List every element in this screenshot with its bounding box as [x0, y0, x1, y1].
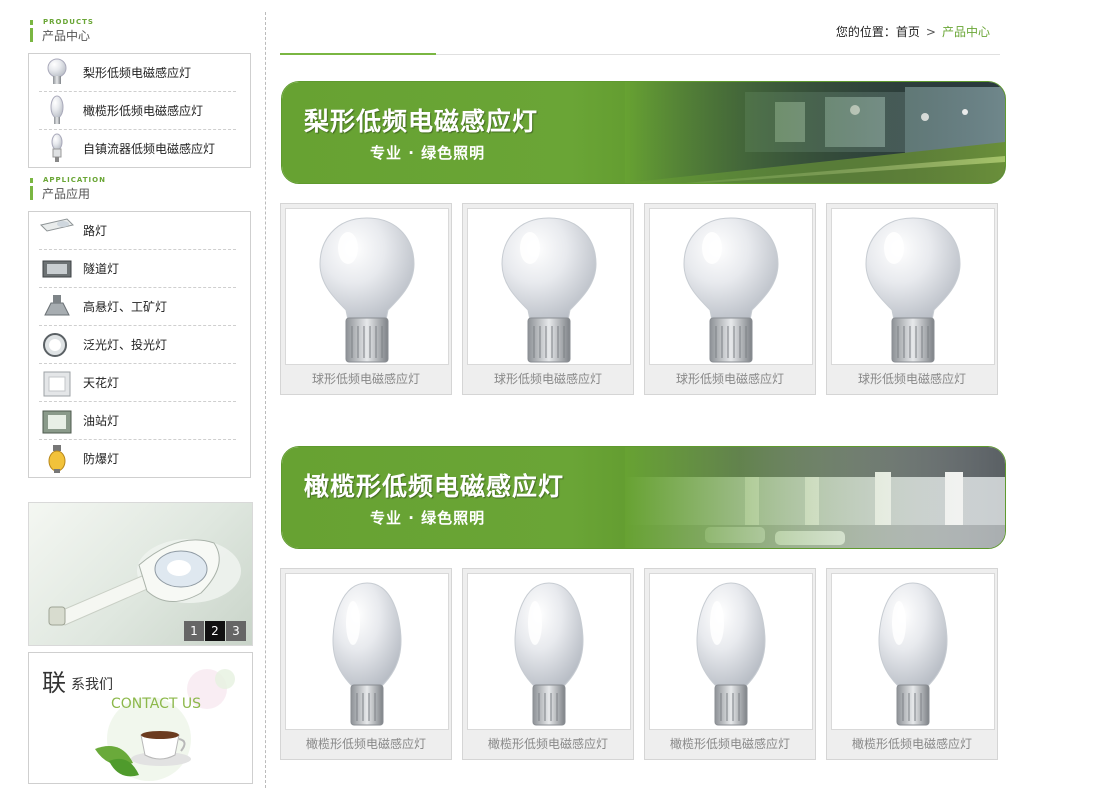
column-divider — [265, 12, 266, 788]
product-card[interactable]: 橄榄形低频电磁感应灯 — [280, 568, 452, 760]
high-bay-lamp-icon — [39, 291, 75, 323]
breadcrumb-current[interactable]: 产品中心 — [942, 23, 990, 40]
sidebar-item-label: 泛光灯、投光灯 — [83, 338, 168, 352]
olive-lamp-product-grid: 橄榄形低频电磁感应灯 橄榄形低频电磁感应灯 橄榄形低频电磁感应灯 橄榄形低频电磁感应灯 — [280, 568, 998, 760]
ceiling-lamp-icon — [39, 367, 75, 399]
contact-title-big: 联 — [42, 669, 66, 697]
sidebar-item-label: 路灯 — [83, 224, 108, 238]
olive-lamp-banner[interactable]: 橄榄形低频电磁感应灯 专业 · 绿色照明 — [281, 446, 1006, 549]
product-caption: 球形低频电磁感应灯 — [857, 372, 966, 386]
pear-bulb-icon — [39, 57, 75, 89]
product-card[interactable]: 球形低频电磁感应灯 — [826, 203, 998, 395]
contact-title-small: 系我们 — [71, 677, 113, 693]
banner-subtitle: 专业 · 绿色照明 — [370, 509, 486, 527]
banner-title: 梨形低频电磁感应灯 — [304, 107, 539, 136]
sidebar-item[interactable]: 泛光灯、投光灯 — [39, 326, 236, 364]
product-caption: 橄榄形低频电磁感应灯 — [487, 737, 608, 751]
products-zh-title: 产品中心 — [42, 29, 91, 43]
olive-bulb-image — [467, 573, 631, 730]
pear-bulb-image — [467, 208, 631, 365]
application-list: 路灯隧道灯高悬灯、工矿灯 泛光灯、投光灯 天花灯油站灯防爆灯 — [29, 212, 250, 477]
slide-button[interactable]: 3 — [226, 621, 246, 641]
breadcrumb-separator: > — [925, 24, 936, 39]
pear-bulb-image — [285, 208, 449, 365]
application-zh-title: 产品应用 — [42, 187, 91, 201]
sidebar-item[interactable]: 高悬灯、工矿灯 — [39, 288, 236, 326]
olive-bulb-image — [649, 573, 813, 730]
product-card[interactable]: 橄榄形低频电磁感应灯 — [462, 568, 634, 760]
sidebar-item-label: 天花灯 — [83, 376, 120, 390]
floodlight-icon — [39, 329, 75, 361]
products-list-box: 梨形低频电磁感应灯 橄榄形低频电磁感应灯 自镇流器低频电磁感应灯 — [28, 53, 251, 168]
header-accent — [30, 178, 33, 183]
product-card[interactable]: 橄榄形低频电磁感应灯 — [826, 568, 998, 760]
contact-title-en: CONTACT US — [111, 696, 201, 712]
sidebar-item[interactable]: 梨形低频电磁感应灯 — [39, 54, 236, 92]
header-accent — [30, 28, 33, 42]
banner-title: 橄榄形低频电磁感应灯 — [304, 472, 565, 501]
application-en-title: APPLICATION — [43, 176, 106, 184]
promo-slideshow[interactable]: 123 — [28, 502, 253, 646]
sidebar-item-label: 高悬灯、工矿灯 — [83, 300, 168, 314]
sidebar-item-label: 橄榄形低频电磁感应灯 — [83, 104, 204, 118]
title-rule-accent — [280, 53, 436, 55]
products-list: 梨形低频电磁感应灯 橄榄形低频电磁感应灯 自镇流器低频电磁感应灯 — [29, 54, 250, 167]
product-caption: 球形低频电磁感应灯 — [675, 372, 784, 386]
gas-station-lamp-icon — [39, 405, 75, 437]
station-photo — [625, 82, 1005, 183]
slide-button[interactable]: 2 — [205, 621, 225, 641]
products-en-title: PRODUCTS — [43, 18, 94, 26]
breadcrumb: 您的位置： 首页 > 产品中心 — [836, 23, 990, 40]
application-list-box: 路灯隧道灯高悬灯、工矿灯 泛光灯、投光灯 天花灯油站灯防爆灯 — [28, 211, 251, 478]
pear-bulb-image — [649, 208, 813, 365]
products-section-header: PRODUCTS 产品中心 — [28, 18, 253, 46]
product-caption: 橄榄形低频电磁感应灯 — [669, 737, 790, 751]
banner-subtitle: 专业 · 绿色照明 — [370, 144, 486, 162]
street-lamp-icon — [39, 215, 75, 247]
product-caption: 橄榄形低频电磁感应灯 — [851, 737, 972, 751]
olive-bulb-icon — [39, 95, 75, 127]
sidebar-item[interactable]: 天花灯 — [39, 364, 236, 402]
sidebar-item[interactable]: 油站灯 — [39, 402, 236, 440]
application-section-header: APPLICATION 产品应用 — [28, 176, 253, 204]
sidebar-item[interactable]: 路灯 — [39, 212, 236, 250]
parking-photo — [625, 447, 1005, 548]
contact-us-banner[interactable]: 联 系我们 CONTACT US — [28, 652, 253, 784]
product-card[interactable]: 橄榄形低频电磁感应灯 — [644, 568, 816, 760]
sidebar-item[interactable]: 隧道灯 — [39, 250, 236, 288]
pear-lamp-product-grid: 球形低频电磁感应灯 球形低频电磁感应灯 球形低频电磁感应灯 球形低频电磁感应灯 — [280, 203, 998, 395]
product-caption: 球形低频电磁感应灯 — [311, 372, 420, 386]
sidebar-item-label: 防爆灯 — [83, 452, 120, 466]
sidebar-item-label: 梨形低频电磁感应灯 — [83, 66, 192, 80]
sidebar-item[interactable]: 防爆灯 — [39, 440, 236, 477]
sidebar-item-label: 油站灯 — [83, 414, 120, 428]
sidebar: PRODUCTS 产品中心 梨形低频电磁感应灯 橄榄形低频电磁感应灯 自镇流器低频电… — [28, 18, 253, 478]
pear-lamp-banner[interactable]: 梨形低频电磁感应灯 专业 · 绿色照明 — [281, 81, 1006, 184]
sidebar-item-label: 隧道灯 — [83, 262, 120, 276]
product-caption: 球形低频电磁感应灯 — [493, 372, 602, 386]
header-accent — [30, 186, 33, 200]
slide-button[interactable]: 1 — [184, 621, 204, 641]
header-accent — [30, 20, 33, 25]
tunnel-lamp-icon — [39, 253, 75, 285]
olive-bulb-image — [285, 573, 449, 730]
product-caption: 橄榄形低频电磁感应灯 — [305, 737, 426, 751]
sidebar-item[interactable]: 自镇流器低频电磁感应灯 — [39, 130, 236, 167]
sidebar-item[interactable]: 橄榄形低频电磁感应灯 — [39, 92, 236, 130]
explosion-proof-lamp-icon — [39, 443, 75, 475]
olive-bulb-image — [831, 573, 995, 730]
pear-bulb-image — [831, 208, 995, 365]
product-card[interactable]: 球形低频电磁感应灯 — [280, 203, 452, 395]
slide-pager: 123 — [184, 621, 246, 641]
sidebar-item-label: 自镇流器低频电磁感应灯 — [83, 142, 216, 156]
ballast-bulb-icon — [39, 133, 75, 165]
product-card[interactable]: 球形低频电磁感应灯 — [644, 203, 816, 395]
product-card[interactable]: 球形低频电磁感应灯 — [462, 203, 634, 395]
breadcrumb-prefix: 您的位置： — [835, 25, 896, 39]
breadcrumb-home-link[interactable]: 首页 — [896, 23, 920, 40]
